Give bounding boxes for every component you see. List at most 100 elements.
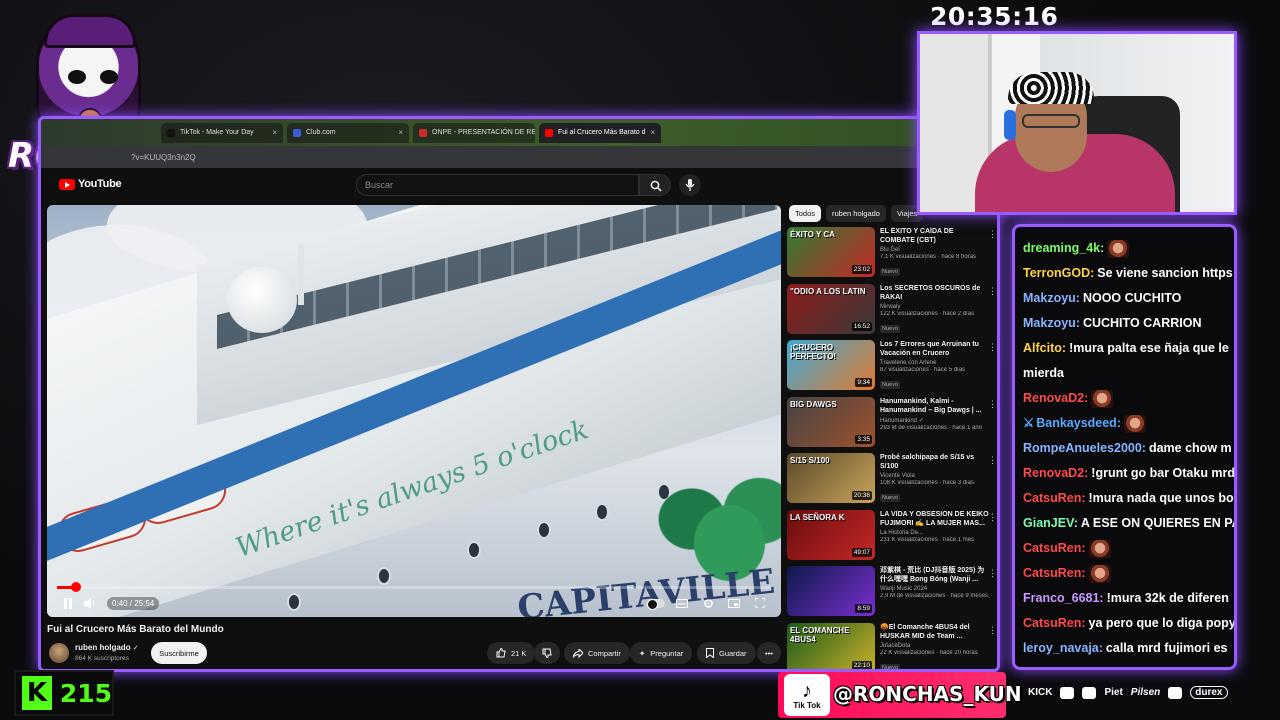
more-options-icon[interactable]: ⋮ <box>988 229 997 240</box>
pause-icon <box>64 597 72 609</box>
tab-label: ONPE - PRESENTACIÓN DE RE <box>432 129 535 136</box>
chat-username[interactable]: RompeAnueles2000: <box>1023 441 1146 455</box>
recommended-video[interactable]: LA SEÑORA K 49:07 LA VIDA Y OBSESIÓN DE KE… <box>787 509 997 565</box>
video-title[interactable]: Los SECRETOS OSCUROS de RAKAI <box>880 284 990 302</box>
close-tab-icon[interactable]: × <box>651 128 656 137</box>
more-options-icon[interactable]: ⋮ <box>988 512 997 523</box>
emote-icon <box>1088 564 1111 583</box>
close-tab-icon[interactable]: × <box>398 128 403 137</box>
recommended-video[interactable]: "ODIO A LOS LATIN 16:52 Los SECRETOS OSCUR… <box>787 283 997 339</box>
search-button[interactable] <box>639 174 671 196</box>
chat-username[interactable]: CatsuRen: <box>1023 616 1086 630</box>
dislike-button[interactable] <box>534 642 560 664</box>
browser-tab[interactable]: TikTok - Make Your Day × <box>161 122 283 143</box>
miniplayer-button[interactable] <box>723 592 745 614</box>
sponsor-piet: Piet <box>1104 687 1123 698</box>
more-actions-button[interactable]: ••• <box>757 642 781 664</box>
close-tab-icon[interactable]: × <box>272 128 277 137</box>
video-thumbnail[interactable]: 8:59 <box>787 566 875 616</box>
video-channel[interactable]: Wanji Music 2024 <box>880 586 990 592</box>
chat-username[interactable]: RenovaD2: <box>1023 466 1088 480</box>
browser-tab[interactable]: Club.com × <box>287 122 409 143</box>
filter-chip[interactable]: Todos <box>789 205 822 222</box>
video-thumbnail[interactable]: ¡CRUCERO PERFECTO! 9:34 <box>787 340 875 390</box>
more-options-icon[interactable]: ⋮ <box>988 399 997 410</box>
subtitles-button[interactable] <box>671 592 693 614</box>
video-channel[interactable]: Travelene con Arlene <box>880 360 990 366</box>
recommended-video[interactable]: ¡CRUCERO PERFECTO! 9:34 Los 7 Errores que … <box>787 340 997 395</box>
video-thumbnail[interactable]: EL COMANCHE 4BUS4 22:10 <box>787 622 875 669</box>
video-thumbnail[interactable]: S/15 S/100 20:36 <box>787 453 875 503</box>
chat-username[interactable]: leroy_navaja: <box>1023 641 1103 655</box>
filter-chip[interactable]: ruben holgado <box>826 205 886 222</box>
share-button[interactable]: Compartir <box>564 642 630 664</box>
recommended-video[interactable]: EL COMANCHE 4BUS4 22:10 🤬El Comanche 4BUS4… <box>787 622 997 669</box>
video-channel[interactable]: JotaceDota <box>880 643 990 649</box>
settings-button[interactable] <box>697 592 719 614</box>
video-thumbnail[interactable]: "ODIO A LOS LATIN 16:52 <box>787 283 875 334</box>
chat-username[interactable]: Makzoyu: <box>1023 316 1080 330</box>
like-button[interactable]: 21 K <box>487 642 536 664</box>
video-thumbnail[interactable]: ÉXITO Y CA 23:02 <box>787 227 875 277</box>
autoplay-toggle[interactable] <box>645 592 667 614</box>
video-thumbnail[interactable]: BIG DAWGS 3:35 <box>787 396 875 447</box>
chat-username[interactable]: CatsuRen: <box>1023 541 1086 555</box>
video-title[interactable]: Probé salchipapa de S/15 vs S/100 <box>880 453 990 471</box>
video-player[interactable]: Where it's always 5 o'clock CAPITAVILLE … <box>47 205 781 617</box>
video-title[interactable]: 🤬El Comanche 4BUS4 del HUSKAR MID de Tea… <box>880 623 990 641</box>
chat-username[interactable]: TerronGOD: <box>1023 266 1094 280</box>
recommended-video[interactable]: 8:59 邓紫棋 - 荒比 (DJ抖音版 2025) 为什么嘿嘿 Bong Bón… <box>787 566 997 621</box>
search-input[interactable]: Buscar <box>356 174 639 196</box>
channel-name[interactable]: ruben holgado ✓ <box>75 643 139 652</box>
webcam-feed <box>917 31 1237 215</box>
video-duration: 20:36 <box>851 491 872 500</box>
new-badge: Nuevo <box>880 324 900 333</box>
chat-message: dreaming_4k: <box>1023 239 1234 258</box>
thumbnail-text: S/15 S/100 <box>790 456 830 465</box>
video-title[interactable]: EL ÉXITO Y CAÍDA DE COMBATE (CBT) <box>880 227 990 245</box>
chat-username[interactable]: RenovaD2: <box>1023 391 1088 405</box>
progress-bar[interactable] <box>57 582 771 592</box>
video-title[interactable]: LA VIDA Y OBSESIÓN DE KEIKO FUJIMORI ✍ L… <box>880 510 990 528</box>
more-options-icon[interactable]: ⋮ <box>988 455 997 466</box>
youtube-logo[interactable]: YouTube <box>59 178 122 190</box>
recommended-video[interactable]: S/15 S/100 20:36 Probé salchipapa de S/15 … <box>787 453 997 508</box>
brand-icon <box>1168 686 1183 699</box>
video-title[interactable]: Los 7 Errores que Arruinan tu Vacación e… <box>880 340 990 358</box>
chat-username[interactable]: Bankaysdeed: <box>1036 416 1121 430</box>
more-options-icon[interactable]: ⋮ <box>988 286 997 297</box>
video-thumbnail[interactable]: LA SEÑORA K 49:07 <box>787 509 875 560</box>
chat-username[interactable]: Alfcito: <box>1023 341 1066 355</box>
address-bar[interactable]: ?v=KUUQ3n3n2Q <box>41 146 997 168</box>
volume-button[interactable] <box>79 592 101 614</box>
subscriber-count: 864 K suscriptores <box>75 655 129 662</box>
chat-username[interactable]: dreaming_4k: <box>1023 241 1104 255</box>
chat-username[interactable]: Franco_6681: <box>1023 591 1104 605</box>
chat-username[interactable]: CatsuRen: <box>1023 491 1086 505</box>
more-options-icon[interactable]: ⋮ <box>988 568 997 579</box>
recommended-video[interactable]: BIG DAWGS 3:35 Hanumankind, Kalmi - Hanuma… <box>787 396 997 452</box>
video-channel[interactable]: Hanumankind ✓ <box>880 417 990 424</box>
subscribe-button[interactable]: Suscribirme <box>151 642 207 664</box>
more-options-icon[interactable]: ⋮ <box>988 342 997 353</box>
share-icon <box>573 648 583 658</box>
voice-search-button[interactable] <box>679 174 701 196</box>
video-title[interactable]: Hanumankind, Kalmi - Hanumankind – Big D… <box>880 397 990 415</box>
recommended-video[interactable]: ÉXITO Y CA 23:02 EL ÉXITO Y CAÍDA DE COMBA… <box>787 227 997 282</box>
channel-avatar[interactable] <box>49 643 69 663</box>
video-channel[interactable]: Blu Gel <box>880 247 990 253</box>
browser-tab[interactable]: Fui al Crucero Más Barato d × <box>539 122 661 143</box>
chat-username[interactable]: CatsuRen: <box>1023 566 1086 580</box>
video-channel[interactable]: Vicente Viola <box>880 473 990 479</box>
video-channel[interactable]: Mirwaly <box>880 304 990 310</box>
browser-tab[interactable]: ONPE - PRESENTACIÓN DE RE× <box>413 122 535 143</box>
more-options-icon[interactable]: ⋮ <box>988 625 997 636</box>
chat-username[interactable]: GianJEV: <box>1023 516 1078 530</box>
fullscreen-button[interactable] <box>749 592 771 614</box>
save-button[interactable]: Guardar <box>697 642 756 664</box>
pause-button[interactable] <box>57 592 79 614</box>
video-channel[interactable]: La Historia De... <box>880 530 990 536</box>
ask-button[interactable]: ✦ Preguntar <box>630 642 693 664</box>
video-title[interactable]: 邓紫棋 - 荒比 (DJ抖音版 2025) 为什么嘿嘿 Bong Bóng (W… <box>880 566 990 584</box>
chat-username[interactable]: Makzoyu: <box>1023 291 1080 305</box>
